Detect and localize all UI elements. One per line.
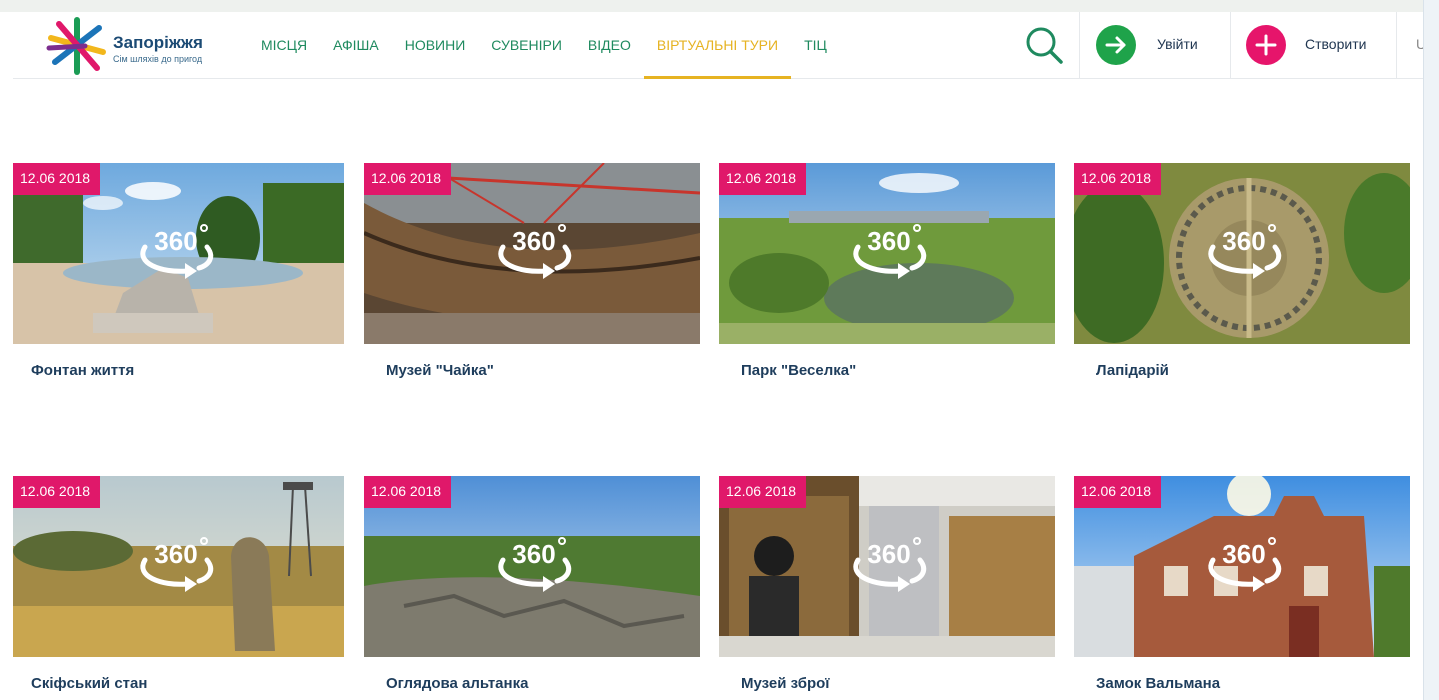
tour-card[interactable]: 12.06 2018 360 Оглядова альтанка bbox=[364, 476, 700, 692]
nav-item-news[interactable]: НОВИНИ bbox=[392, 12, 479, 78]
language-switch[interactable]: U bbox=[1416, 36, 1423, 52]
svg-text:360: 360 bbox=[512, 226, 555, 256]
date-badge: 12.06 2018 bbox=[719, 163, 807, 195]
nav-item-tic[interactable]: ТІЦ bbox=[791, 12, 840, 78]
rotate-360-icon: 360 bbox=[853, 224, 927, 279]
create-circle bbox=[1246, 25, 1286, 65]
svg-text:360: 360 bbox=[154, 226, 197, 256]
site-logo[interactable]: Запоріжжя Сім шляхів до пригод bbox=[45, 14, 225, 75]
svg-text:360: 360 bbox=[512, 539, 555, 569]
nav-item-events[interactable]: АФІША bbox=[320, 12, 392, 78]
date-badge: 12.06 2018 bbox=[364, 163, 452, 195]
date-badge: 12.06 2018 bbox=[13, 476, 101, 508]
svg-text:360: 360 bbox=[867, 539, 910, 569]
header-divider bbox=[1396, 12, 1397, 78]
tour-card[interactable]: 12.06 2018 360 Парк "Веселка" bbox=[719, 163, 1055, 379]
login-circle bbox=[1096, 25, 1136, 65]
login-label: Увійти bbox=[1157, 36, 1198, 52]
site-header: Запоріжжя Сім шляхів до пригод МІСЦЯ АФІ… bbox=[13, 12, 1423, 79]
date-badge: 12.06 2018 bbox=[719, 476, 807, 508]
top-band bbox=[0, 0, 1423, 12]
create-label: Створити bbox=[1305, 36, 1367, 52]
logo-subtitle: Сім шляхів до пригод bbox=[113, 54, 203, 64]
tour-title[interactable]: Музей "Чайка" bbox=[386, 362, 494, 379]
tour-title[interactable]: Оглядова альтанка bbox=[386, 675, 528, 692]
tour-thumbnail[interactable]: 12.06 2018 360 bbox=[1074, 476, 1410, 657]
nav-item-virtual-tours[interactable]: ВІРТУАЛЬНІ ТУРИ bbox=[643, 12, 792, 79]
date-badge: 12.06 2018 bbox=[13, 163, 101, 195]
tour-thumbnail[interactable]: 12.06 2018 360 bbox=[1074, 163, 1410, 344]
tour-thumbnail[interactable]: 12.06 2018 360 bbox=[13, 163, 344, 344]
tour-title[interactable]: Фонтан життя bbox=[31, 362, 134, 379]
main-nav: МІСЦЯ АФІША НОВИНИ СУВЕНІРИ ВІДЕО ВІРТУА… bbox=[248, 12, 840, 79]
nav-item-souvenirs[interactable]: СУВЕНІРИ bbox=[478, 12, 575, 78]
tour-card[interactable]: 12.06 2018 360 Замок Вальмана bbox=[1074, 476, 1410, 692]
logo-title: Запоріжжя bbox=[113, 33, 203, 52]
svg-text:360: 360 bbox=[867, 226, 910, 256]
rotate-360-icon: 360 bbox=[1208, 537, 1282, 592]
tour-thumbnail[interactable]: 12.06 2018 360 bbox=[13, 476, 344, 657]
search-icon bbox=[1026, 27, 1063, 64]
rotate-360-icon: 360 bbox=[498, 537, 572, 592]
tour-thumbnail[interactable]: 12.06 2018 360 bbox=[719, 163, 1055, 344]
rotate-360-icon: 360 bbox=[140, 224, 214, 279]
rotate-360-icon: 360 bbox=[140, 537, 214, 592]
tour-thumbnail[interactable]: 12.06 2018 360 bbox=[364, 163, 700, 344]
date-badge: 12.06 2018 bbox=[1074, 163, 1162, 195]
date-badge: 12.06 2018 bbox=[1074, 476, 1162, 508]
tour-card[interactable]: 12.06 2018 360 Музей "Чайка" bbox=[364, 163, 700, 379]
tour-title[interactable]: Замок Вальмана bbox=[1096, 675, 1220, 692]
svg-text:360: 360 bbox=[1222, 539, 1265, 569]
plus-icon bbox=[1255, 34, 1277, 56]
date-badge: 12.06 2018 bbox=[364, 476, 452, 508]
tour-title[interactable]: Музей зброї bbox=[741, 675, 830, 692]
search-button[interactable] bbox=[1024, 25, 1064, 65]
tour-card[interactable]: 12.06 2018 360 Скіфський стан bbox=[13, 476, 344, 692]
login-button[interactable]: Увійти bbox=[1080, 12, 1230, 78]
arrow-right-icon bbox=[1105, 36, 1126, 54]
page-edge bbox=[1423, 0, 1439, 700]
rotate-360-icon: 360 bbox=[853, 537, 927, 592]
tour-title[interactable]: Скіфський стан bbox=[31, 675, 147, 692]
rotate-360-icon: 360 bbox=[498, 224, 572, 279]
tour-thumbnail[interactable]: 12.06 2018 360 bbox=[364, 476, 700, 657]
nav-item-places[interactable]: МІСЦЯ bbox=[248, 12, 320, 78]
nav-item-video[interactable]: ВІДЕО bbox=[575, 12, 644, 78]
tour-thumbnail[interactable]: 12.06 2018 360 bbox=[719, 476, 1055, 657]
tour-title[interactable]: Парк "Веселка" bbox=[741, 362, 856, 379]
svg-text:360: 360 bbox=[1222, 226, 1265, 256]
svg-text:360: 360 bbox=[154, 539, 197, 569]
rotate-360-icon: 360 bbox=[1208, 224, 1282, 279]
page: Запоріжжя Сім шляхів до пригод МІСЦЯ АФІ… bbox=[0, 0, 1423, 700]
tour-card[interactable]: 12.06 2018 360 Фонтан життя bbox=[13, 163, 344, 379]
logo-star-icon bbox=[46, 17, 106, 75]
tour-card[interactable]: 12.06 2018 360 Лапідарій bbox=[1074, 163, 1410, 379]
tour-card[interactable]: 12.06 2018 360 Музей зброї bbox=[719, 476, 1055, 692]
create-button[interactable]: Створити bbox=[1231, 12, 1396, 78]
tour-title[interactable]: Лапідарій bbox=[1096, 362, 1169, 379]
